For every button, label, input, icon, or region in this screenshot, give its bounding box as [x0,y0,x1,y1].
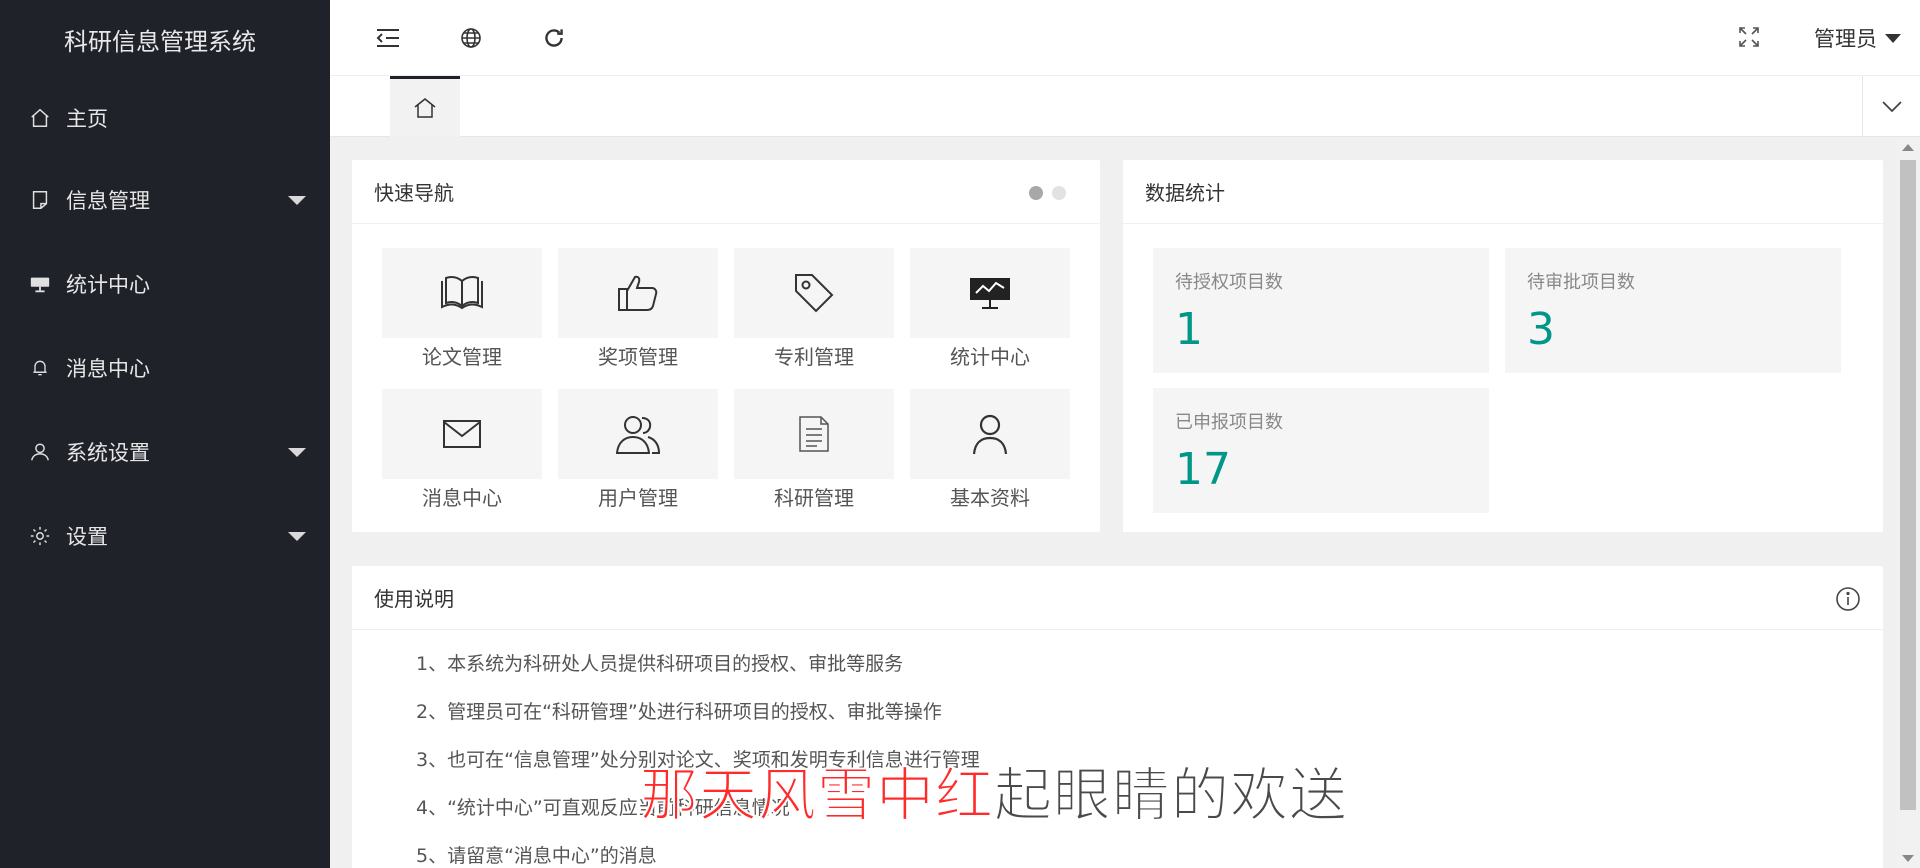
stats-title: 数据统计 [1123,160,1883,224]
quick-nav-patent[interactable]: 专利管理 [734,248,894,373]
list-item: 2、管理员可在“科研管理”处进行科研项目的授权、审批等操作 [416,701,942,723]
home-icon [414,98,436,118]
home-icon [28,106,52,130]
sidebar-item-info-management[interactable]: 信息管理 [0,158,330,242]
users-icon [615,416,661,454]
carousel-dot[interactable] [1052,186,1066,200]
sidebar-item-home[interactable]: 主页 [0,78,330,158]
scrollbar-thumb[interactable] [1900,160,1916,810]
carousel-dot-active[interactable] [1029,186,1043,200]
chevron-down-icon [1881,100,1902,112]
refresh-button[interactable] [538,22,570,54]
user-menu[interactable]: 管理员 [1814,0,1920,76]
chevron-down-icon [288,448,306,457]
website-button[interactable] [455,22,487,54]
sidebar-item-statistics[interactable]: 统计中心 [0,242,330,326]
usage-title: 使用说明 [352,566,1883,630]
document-icon [799,416,829,452]
fullscreen-icon [1739,27,1759,47]
stat-pending-authorization[interactable]: 待授权项目数 1 [1153,248,1489,373]
sidebar-item-label: 信息管理 [66,189,150,213]
quick-nav-profile[interactable]: 基本资料 [910,389,1070,514]
vertical-scrollbar[interactable] [1896,138,1920,868]
gear-icon [28,524,52,548]
person-icon [972,414,1008,455]
top-header: 管理员 [330,0,1920,76]
user-name: 管理员 [1814,27,1877,51]
chevron-down-icon [288,532,306,541]
quick-nav-messages[interactable]: 消息中心 [382,389,542,514]
bell-icon [28,356,52,380]
menu-fold-icon [376,29,399,47]
sidebar-item-messages[interactable]: 消息中心 [0,326,330,410]
sidebar-item-label: 统计中心 [66,273,150,297]
sidebar: 科研信息管理系统 主页 信息管理 统计中心 消息中心 系统设置 设置 [0,0,330,868]
globe-icon [461,28,481,48]
stat-value: 1 [1175,304,1203,355]
quick-nav-paper[interactable]: 论文管理 [382,248,542,373]
carousel-indicator[interactable] [1029,186,1066,200]
sidebar-item-label: 消息中心 [66,357,150,381]
chevron-down-icon [288,196,306,205]
collapse-menu-button[interactable] [372,22,404,54]
thumbs-up-icon [618,275,658,311]
quick-nav-card: 快速导航 论文管理 奖项管理 专利管理 统计中心 消息中心 用户管理 科研管理 … [352,160,1100,532]
quick-nav-users[interactable]: 用户管理 [558,389,718,514]
list-item: 1、本系统为科研处人员提供科研项目的授权、审批等服务 [416,653,904,675]
sidebar-nav: 主页 信息管理 统计中心 消息中心 系统设置 设置 [0,78,330,578]
tag-icon [795,274,834,313]
stat-value: 17 [1175,444,1231,495]
tab-home[interactable] [390,76,460,137]
quick-nav-award[interactable]: 奖项管理 [558,248,718,373]
tab-bar [330,76,1920,137]
note-icon [28,188,52,212]
scroll-down-arrow-icon[interactable] [1902,855,1914,862]
presentation-icon [28,272,52,296]
app-root: 科研信息管理系统 主页 信息管理 统计中心 消息中心 系统设置 设置 管理员 快… [0,0,1920,868]
stats-card: 数据统计 待授权项目数 1 待审批项目数 3 已申报项目数 17 [1123,160,1883,532]
quick-nav-title: 快速导航 [352,160,1100,224]
sidebar-item-label: 主页 [66,107,108,131]
tab-more-button[interactable] [1862,76,1920,137]
scroll-up-arrow-icon[interactable] [1902,144,1914,151]
quick-nav-grid: 论文管理 奖项管理 专利管理 统计中心 消息中心 用户管理 科研管理 基本资料 [382,248,1070,514]
book-icon [441,276,483,310]
user-icon [28,440,52,464]
quick-nav-research[interactable]: 科研管理 [734,389,894,514]
fullscreen-button[interactable] [1738,26,1764,52]
app-title: 科研信息管理系统 [64,27,256,56]
video-subtitle: 那天风雪中红起眼睛的欢送 [639,760,1349,830]
caret-down-icon [1885,33,1901,43]
stat-value: 3 [1527,304,1555,355]
info-icon[interactable] [1835,586,1861,612]
sidebar-item-label: 设置 [66,525,108,549]
stat-submitted[interactable]: 已申报项目数 17 [1153,388,1489,513]
quick-nav-statistics[interactable]: 统计中心 [910,248,1070,373]
mail-icon [443,420,481,448]
stat-pending-approval[interactable]: 待审批项目数 3 [1505,248,1841,373]
sidebar-item-label: 系统设置 [66,441,150,465]
chart-board-icon [970,278,1010,309]
refresh-icon [545,29,563,47]
sidebar-item-system-settings[interactable]: 系统设置 [0,410,330,494]
sidebar-item-settings[interactable]: 设置 [0,494,330,578]
list-item: 5、请留意“消息中心”的消息 [416,845,657,867]
